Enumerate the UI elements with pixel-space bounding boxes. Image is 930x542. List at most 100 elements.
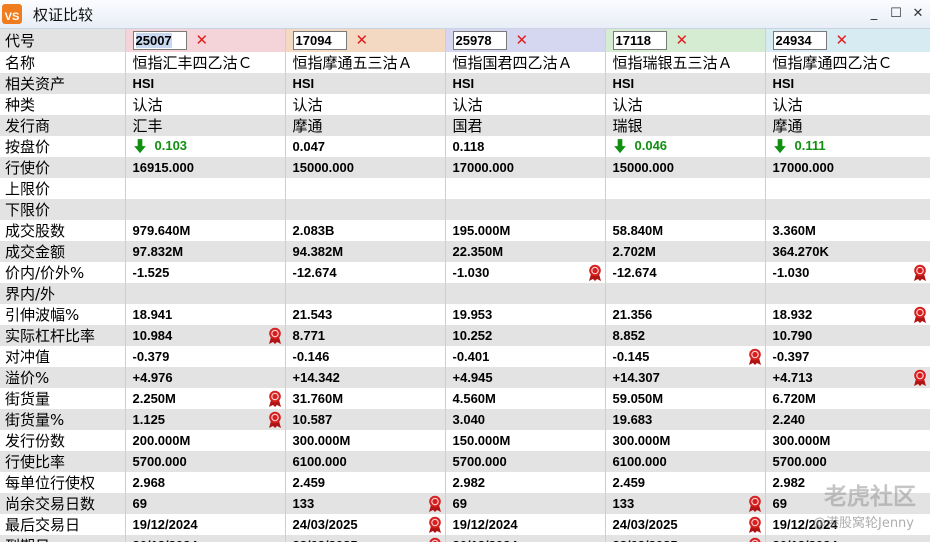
row-label: 种类	[0, 94, 125, 115]
cell-value: 15000.000	[612, 159, 674, 175]
warrant-code-input[interactable]: 24934	[772, 31, 827, 50]
table-cell: 0.103	[124, 136, 285, 157]
remove-column-icon[interactable]: ✕	[356, 33, 369, 48]
table-cell: 5700.000	[124, 451, 285, 472]
cell-value: 0.118	[452, 138, 485, 154]
minimize-button[interactable]: _	[866, 5, 882, 21]
cell-value: 22.350M	[452, 243, 504, 259]
table-cell: 28/03/2025	[604, 535, 765, 542]
cell-value: -0.401	[452, 348, 490, 364]
row-label: 街货量	[0, 388, 125, 409]
remove-column-icon[interactable]: ✕	[516, 33, 529, 48]
cell-value: 认沽	[772, 96, 803, 114]
table-row: 名称 恒指汇丰四乙沽Ｃ 恒指摩通五三沽Ａ 恒指国君四乙沽Ａ 恒指瑞银五三沽Ａ 恒指摩通四乙…	[0, 52, 930, 73]
table-cell: 2.250M	[124, 388, 285, 409]
award-ribbon-icon	[748, 495, 761, 512]
row-label: 行使比率	[0, 451, 125, 472]
cell-value: 3.360M	[772, 222, 816, 238]
table-cell: 10.790	[764, 325, 930, 346]
table-cell: 4.560M	[444, 388, 605, 409]
table-cell: 31.760M	[284, 388, 445, 409]
cell-value: +14.342	[292, 369, 340, 385]
cell-value: 国君	[452, 117, 483, 135]
cell-value: 18.932	[772, 306, 813, 322]
table-cell: -12.674	[284, 262, 445, 283]
cell-value: 5700.000	[132, 453, 187, 469]
cell-value: 979.640M	[132, 222, 191, 238]
column-header: 24934 ✕	[764, 29, 930, 52]
table-cell: 6100.000	[604, 451, 765, 472]
award-ribbon-icon	[748, 537, 761, 542]
row-label: 最后交易日	[0, 514, 125, 535]
table-cell: 恒指国君四乙沽Ａ	[444, 52, 605, 73]
table-cell: 300.000M	[764, 430, 930, 451]
table-cell: HSI	[444, 73, 605, 94]
table-cell: 6.720M	[764, 388, 930, 409]
warrant-code-input[interactable]: 17094	[292, 31, 347, 50]
table-cell: 0.047	[284, 136, 445, 157]
cell-value: 24/03/2025	[292, 516, 358, 532]
cell-value: 133	[612, 495, 635, 511]
cell-value: -12.674	[612, 264, 657, 280]
table-cell: 2.240	[764, 409, 930, 430]
row-label: 代号	[0, 29, 125, 52]
cell-value: -0.145	[612, 348, 650, 364]
cell-value: 300.000M	[612, 432, 671, 448]
cell-value: 8.771	[292, 327, 326, 343]
table-cell: 19.953	[444, 304, 605, 325]
warrant-comparison-table: 代号 25007 ✕ 17094 ✕ 25978 ✕ 17118 ✕ 24934 ✕ 名称 恒指汇丰四乙…	[0, 29, 930, 542]
table-cell: 认沽	[124, 94, 285, 115]
remove-column-icon[interactable]: ✕	[676, 33, 689, 48]
table-cell: 17000.000	[444, 157, 605, 178]
table-row: 发行份数 200.000M 300.000M 150.000M 300.000M 300.…	[0, 430, 930, 451]
row-label: 街货量%	[0, 409, 125, 430]
row-label: 溢价%	[0, 367, 125, 388]
table-row: 街货量% 1.125 10.587 3.040 19.683 2.240	[0, 409, 930, 430]
table-cell	[764, 283, 930, 304]
cell-value: 2.459	[292, 474, 326, 490]
table-row: 发行商 汇丰 摩通 国君 瑞银 摩通	[0, 115, 930, 136]
remove-column-icon[interactable]: ✕	[196, 33, 209, 48]
row-label: 尚余交易日数	[0, 493, 125, 514]
table-cell: 21.543	[284, 304, 445, 325]
award-ribbon-icon	[268, 390, 281, 407]
table-cell: 2.702M	[604, 241, 765, 262]
cell-value: -12.674	[292, 264, 337, 280]
remove-column-icon[interactable]: ✕	[836, 33, 849, 48]
cell-value: 28/03/2025	[613, 538, 678, 542]
table-cell: 认沽	[284, 94, 445, 115]
row-label: 按盘价	[0, 136, 125, 157]
warrant-code-input[interactable]: 17118	[612, 31, 667, 50]
cell-value: -1.525	[132, 264, 170, 280]
award-ribbon-icon	[914, 369, 926, 386]
cell-value: 6100.000	[292, 453, 347, 469]
table-cell: -12.674	[604, 262, 765, 283]
row-label: 每单位行使权	[0, 472, 125, 493]
cell-value: 1.125	[132, 411, 166, 427]
warrant-code-input[interactable]: 25007	[132, 31, 187, 50]
table-cell: -0.379	[124, 346, 285, 367]
table-cell	[124, 283, 285, 304]
table-cell: 69	[444, 493, 605, 514]
table-cell: 8.852	[604, 325, 765, 346]
table-cell: 30/12/2024	[764, 535, 930, 542]
cell-value: 汇丰	[132, 117, 163, 135]
table-cell: -0.401	[444, 346, 605, 367]
table-cell: HSI	[284, 73, 445, 94]
cell-value: 24/03/2025	[612, 516, 678, 532]
row-label: 成交金额	[0, 241, 125, 262]
restore-button[interactable]: ☐	[888, 5, 904, 21]
table-cell: 2.083B	[284, 220, 445, 241]
table-cell: 2.459	[604, 472, 765, 493]
cell-value: 200.000M	[132, 432, 191, 448]
cell-value: 59.050M	[612, 390, 664, 406]
table-cell: 18.941	[124, 304, 285, 325]
close-button[interactable]: ✕	[910, 5, 926, 21]
window-title: 权证比较	[33, 5, 94, 24]
table-cell: 15000.000	[284, 157, 445, 178]
cell-value: 瑞银	[612, 117, 643, 135]
table-row: 界内/外	[0, 283, 930, 304]
warrant-code-text: 25978	[455, 33, 492, 48]
warrant-code-input[interactable]: 25978	[452, 31, 507, 50]
cell-value: 21.543	[292, 306, 333, 322]
